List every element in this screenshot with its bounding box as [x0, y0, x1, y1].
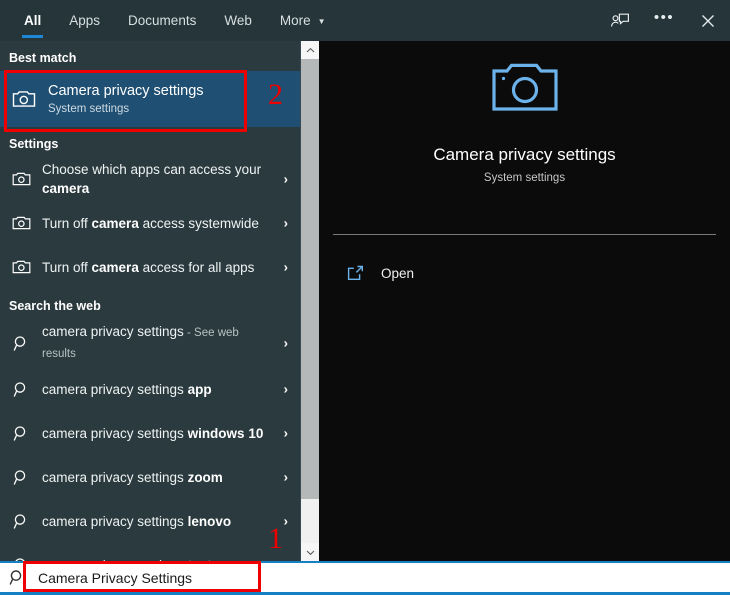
- search-icon: [0, 335, 42, 352]
- tab-documents-label: Documents: [128, 13, 197, 28]
- tab-documents[interactable]: Documents: [114, 0, 210, 41]
- settings-heading: Settings: [9, 137, 59, 151]
- results-scrollbar[interactable]: [300, 41, 319, 561]
- scroll-down-button[interactable]: [301, 543, 319, 561]
- open-label: Open: [381, 265, 415, 281]
- chevron-right-icon: ›: [283, 381, 288, 397]
- filter-tabs: All Apps Documents Web More ▼: [10, 0, 340, 41]
- web-result-group: camera privacy settings - See web result…: [0, 319, 300, 561]
- result-label: camera privacy settings lenovo: [42, 513, 232, 529]
- preview-header: Camera privacy settings System settings: [319, 41, 730, 234]
- tab-web[interactable]: Web: [210, 0, 266, 41]
- more-options-button[interactable]: •••: [642, 0, 686, 41]
- web-result-row[interactable]: camera privacy settings zoom ›: [0, 455, 300, 499]
- settings-result-row[interactable]: Turn off camera access for all apps ›: [0, 245, 300, 289]
- search-icon: [0, 513, 42, 530]
- search-icon: [0, 381, 42, 398]
- open-external-icon: [347, 265, 381, 281]
- best-match-title: Camera privacy settings: [48, 82, 204, 99]
- open-action[interactable]: Open: [319, 251, 730, 295]
- chevron-right-icon: ›: [283, 469, 288, 485]
- web-result-row[interactable]: camera privacy settings test›: [0, 543, 300, 561]
- search-input[interactable]: [34, 563, 730, 592]
- chevron-right-icon: ›: [283, 171, 288, 187]
- result-label: camera privacy settings app: [42, 381, 212, 397]
- header-actions: •••: [598, 0, 730, 41]
- result-label: Turn off camera access systemwide: [42, 215, 259, 231]
- search-icon: [0, 469, 42, 486]
- web-result-row[interactable]: camera privacy settings - See web result…: [0, 319, 300, 367]
- camera-icon: [0, 89, 48, 109]
- web-result-row[interactable]: camera privacy settings lenovo ›: [0, 499, 300, 543]
- search-header: All Apps Documents Web More ▼ •••: [0, 0, 730, 41]
- tab-more[interactable]: More ▼: [266, 0, 340, 41]
- tab-more-label: More: [279, 13, 311, 28]
- camera-icon: [0, 171, 42, 187]
- preview-subtitle: System settings: [483, 172, 566, 184]
- close-button[interactable]: [686, 0, 730, 41]
- result-label: Choose which apps can access your camera: [42, 162, 262, 196]
- chevron-right-icon: ›: [283, 335, 288, 351]
- chevron-right-icon: ›: [283, 259, 288, 275]
- scrollbar-thumb[interactable]: [301, 59, 319, 499]
- web-result-row[interactable]: camera privacy settings windows 10 ›: [0, 411, 300, 455]
- camera-icon: [0, 259, 42, 275]
- best-match-subtitle: System settings: [48, 102, 130, 115]
- search-bar[interactable]: [0, 561, 730, 595]
- camera-icon: [490, 59, 560, 122]
- preview-divider: [333, 234, 716, 235]
- chevron-right-icon: ›: [283, 215, 288, 231]
- search-icon: [0, 569, 34, 586]
- result-label: camera privacy settings zoom: [42, 469, 223, 485]
- tab-apps-label: Apps: [69, 13, 101, 28]
- best-match-heading: Best match: [9, 51, 77, 65]
- tab-apps[interactable]: Apps: [55, 0, 114, 41]
- preview-title: Camera privacy settings: [433, 145, 616, 164]
- camera-icon: [0, 215, 42, 231]
- tab-all[interactable]: All: [10, 0, 55, 41]
- scroll-up-button[interactable]: [301, 41, 319, 59]
- scrollbar-track[interactable]: [301, 59, 319, 543]
- result-label: camera privacy settings windows 10: [42, 425, 264, 441]
- web-result-row[interactable]: camera privacy settings app ›: [0, 367, 300, 411]
- web-heading: Search the web: [9, 299, 101, 313]
- best-match-result[interactable]: Camera privacy settings System settings: [0, 71, 300, 127]
- ellipsis-icon: •••: [653, 9, 675, 26]
- best-match-text: Camera privacy settings System settings: [48, 82, 204, 117]
- result-label: Turn off camera access for all apps: [42, 259, 255, 275]
- settings-result-group: Choose which apps can access your camera…: [0, 157, 300, 289]
- chevron-right-icon: ›: [283, 513, 288, 529]
- settings-result-row[interactable]: Choose which apps can access your camera…: [0, 157, 300, 201]
- result-label: camera privacy settings - See web result…: [42, 324, 239, 360]
- tab-web-label: Web: [224, 13, 252, 28]
- results-list[interactable]: Best match Camera privacy settings Syste…: [0, 41, 300, 561]
- settings-result-row[interactable]: Turn off camera access systemwide ›: [0, 201, 300, 245]
- tab-all-label: All: [24, 13, 42, 28]
- search-icon: [0, 425, 42, 442]
- preview-pane: Camera privacy settings System settings …: [319, 41, 730, 561]
- windows-search-panel: All Apps Documents Web More ▼ ••• Best m…: [0, 0, 730, 595]
- chevron-right-icon: ›: [283, 425, 288, 441]
- chevron-down-icon: ▼: [317, 16, 326, 26]
- feedback-button[interactable]: [598, 0, 642, 41]
